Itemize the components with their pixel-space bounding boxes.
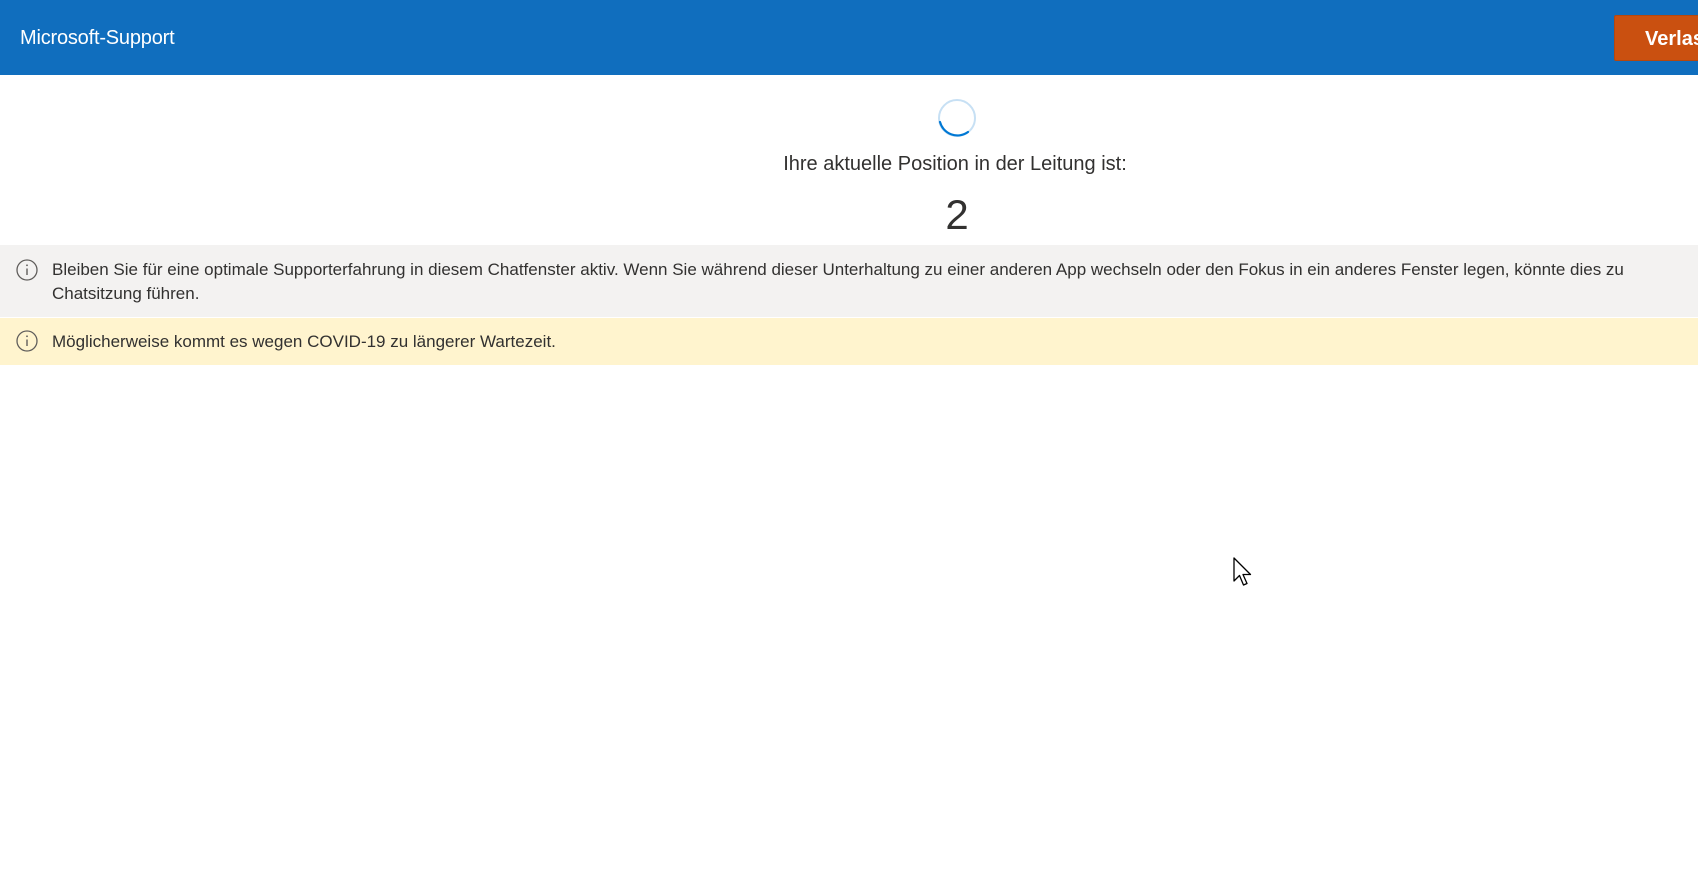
app-title: Microsoft-Support [20,27,175,49]
app-header: Microsoft-Support Verlassen [0,0,1698,75]
focus-notice-text-line2: Chatsitzung führen. [52,284,200,303]
queue-position-number: 2 [945,191,969,238]
info-circle-icon [16,259,38,281]
covid-notice: Möglicherweise kommt es wegen COVID-19 z… [0,318,1698,365]
covid-notice-text: Möglicherweise kommt es wegen COVID-19 z… [52,332,556,351]
focus-notice: Bleiben Sie für eine optimale Supporterf… [0,245,1698,317]
info-circle-icon [16,330,38,352]
loading-spinner-icon [938,99,976,137]
leave-chat-button[interactable]: Verlassen [1614,15,1698,61]
queue-position-label: Ihre aktuelle Position in der Leitung is… [783,153,1127,175]
focus-notice-text-line1: Bleiben Sie für eine optimale Supporterf… [52,260,1624,279]
mouse-pointer-icon [1233,557,1252,586]
